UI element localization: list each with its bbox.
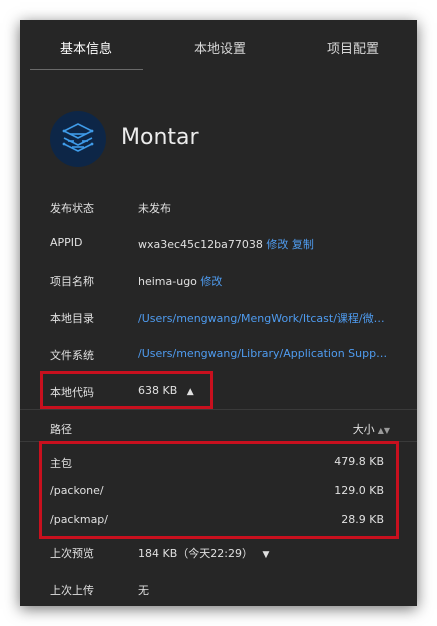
project-name-value: heima-ugo (138, 275, 197, 288)
last-preview-label: 上次预览 (50, 547, 94, 560)
active-tab-indicator (30, 69, 143, 70)
project-details-panel: 基本信息 本地设置 项目配置 Montar 发布状态 未发布 APPID wxa… (20, 20, 417, 606)
tab-bar: 基本信息 本地设置 项目配置 (20, 20, 417, 72)
local-dir-label: 本地目录 (50, 312, 94, 325)
local-dir-row: /Users/mengwang/MengWork/Itcast/课程/微信小程序… (138, 310, 390, 326)
package-row-size: 28.9 KB (341, 513, 384, 526)
column-size-header[interactable]: 大小 ▲▼ (353, 421, 390, 437)
appid-row: wxa3ec45c12ba77038 修改 复制 (138, 236, 314, 252)
package-row-path: /packone/ (50, 484, 104, 497)
local-code-row: 638 KB ▲ (138, 384, 194, 397)
layers-logo-icon (50, 111, 106, 167)
table-header-divider (20, 441, 417, 442)
publish-status-label: 发布状态 (50, 202, 94, 215)
appid-copy-link[interactable]: 复制 (292, 238, 314, 251)
project-title: Montar (121, 125, 199, 150)
chevron-down-icon[interactable]: ▼ (262, 550, 269, 560)
project-name-row: heima-ugo 修改 (138, 273, 222, 289)
column-path-header: 路径 (50, 423, 72, 436)
local-dir-link[interactable]: /Users/mengwang/MengWork/Itcast/课程/微信小程序… (138, 310, 390, 326)
file-system-row: /Users/mengwang/Library/Application Supp… (138, 347, 390, 360)
section-divider (20, 409, 417, 410)
package-row-size: 129.0 KB (334, 484, 384, 497)
local-code-size: 638 KB (138, 384, 178, 397)
tab-local-settings[interactable]: 本地设置 (194, 38, 246, 57)
column-size-label: 大小 (352, 423, 375, 436)
package-row-size: 479.8 KB (334, 455, 384, 468)
chevron-up-icon[interactable]: ▲ (187, 387, 194, 397)
package-row-path: /packmap/ (50, 513, 108, 526)
tab-basic-info[interactable]: 基本信息 (60, 38, 112, 57)
publish-status-value: 未发布 (138, 202, 171, 215)
appid-value: wxa3ec45c12ba77038 (138, 238, 263, 251)
last-upload-label: 上次上传 (50, 584, 94, 597)
file-system-label: 文件系统 (50, 349, 94, 362)
last-upload-value: 无 (138, 584, 149, 597)
tab-project-config[interactable]: 项目配置 (327, 38, 379, 57)
appid-modify-link[interactable]: 修改 (266, 238, 288, 251)
file-system-link[interactable]: /Users/mengwang/Library/Application Supp… (138, 347, 390, 360)
project-name-modify-link[interactable]: 修改 (200, 275, 222, 288)
local-code-label: 本地代码 (50, 386, 94, 399)
package-row-path: 主包 (50, 457, 72, 470)
sort-icon: ▲▼ (377, 426, 390, 435)
last-preview-value: 184 KB（今天22:29） (138, 547, 253, 560)
project-name-label: 项目名称 (50, 275, 94, 288)
appid-label: APPID (50, 236, 83, 249)
last-preview-row: 184 KB（今天22:29） ▼ (138, 545, 269, 561)
